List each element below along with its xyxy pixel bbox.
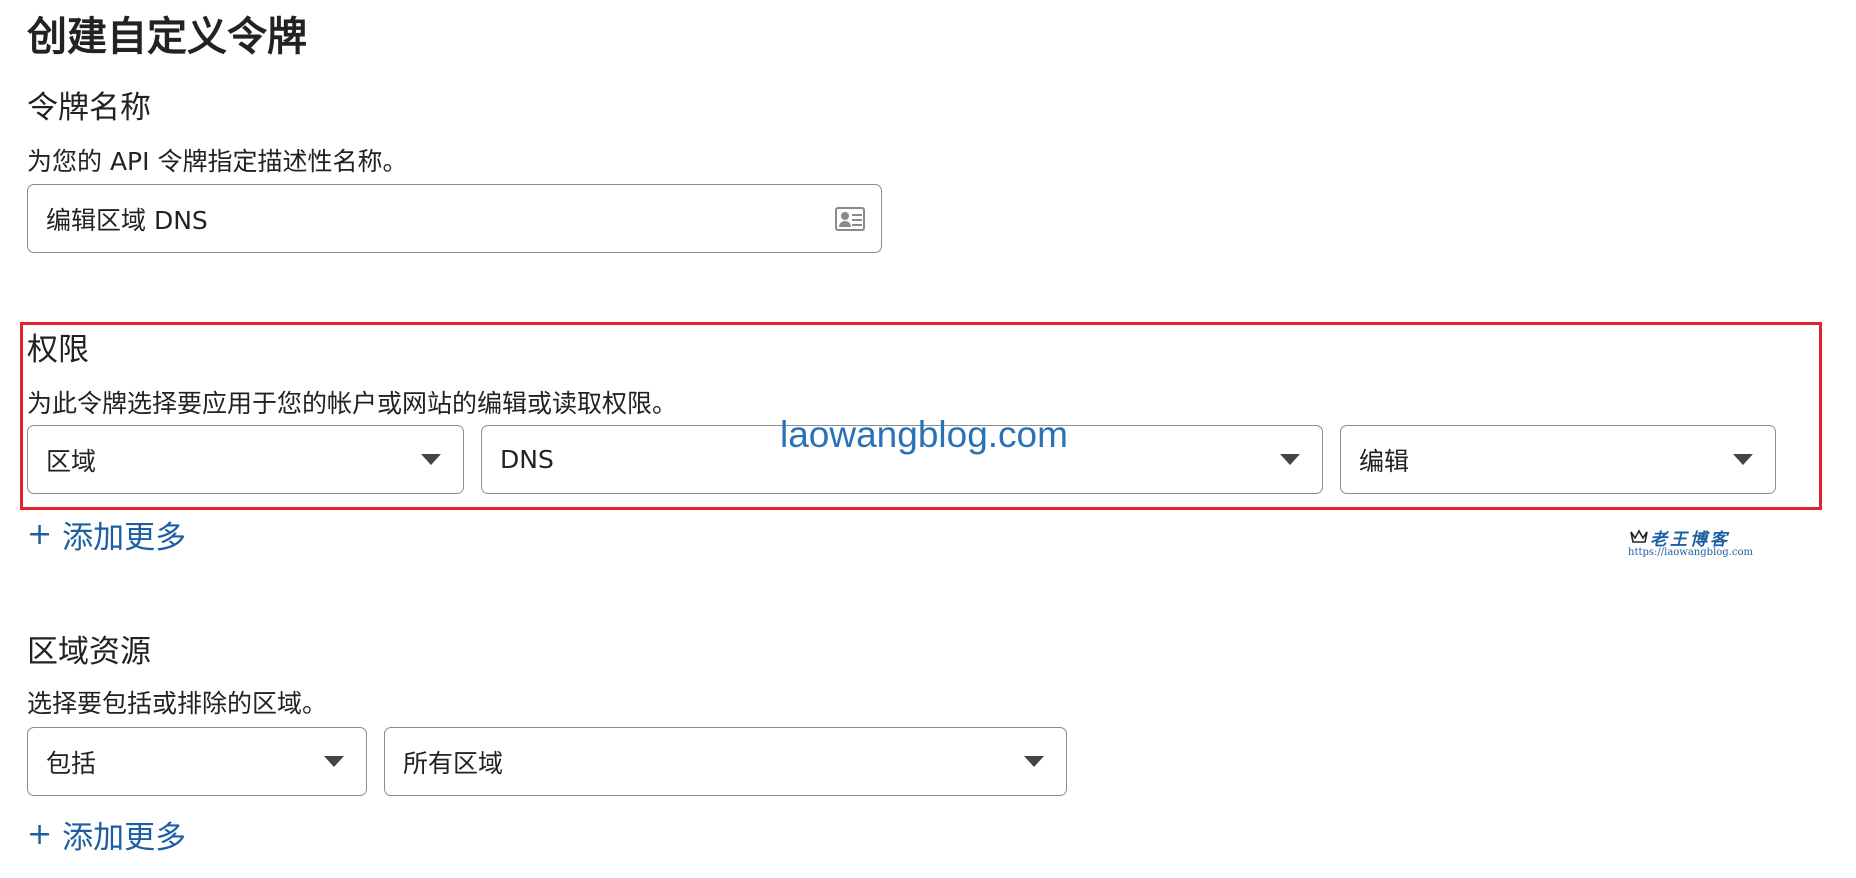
add-more-label: 添加更多 [62,520,187,556]
caret-down-icon [1280,454,1300,465]
create-token-page: 创建自定义令牌 令牌名称 为您的 API 令牌指定描述性名称。 编辑区域 DNS… [0,0,1856,878]
crown-icon [1630,529,1648,543]
add-more-label: 添加更多 [62,820,187,856]
caret-down-icon [1024,756,1044,767]
logo-url: https://laowangblog.com [1628,547,1753,558]
zone-add-more-link[interactable]: + 添加更多 [27,812,186,857]
permission-scope-select[interactable]: 区域 [27,425,464,494]
token-name-description: 为您的 API 令牌指定描述性名称。 [27,147,408,176]
permission-scope-value: 区域 [46,446,97,476]
zone-scope-value: 所有区域 [403,748,504,778]
page-title: 创建自定义令牌 [27,14,307,60]
watermark-logo: 老王博客 https://laowangblog.com [1628,525,1756,563]
caret-down-icon [421,454,441,465]
token-name-heading: 令牌名称 [27,90,151,126]
permissions-heading: 权限 [27,332,89,368]
permission-level-select[interactable]: 编辑 [1340,425,1776,494]
token-name-input[interactable]: 编辑区域 DNS [27,184,882,253]
zone-resources-description: 选择要包括或排除的区域。 [27,689,328,718]
caret-down-icon [1733,454,1753,465]
zone-scope-select[interactable]: 所有区域 [384,727,1067,796]
zone-include-value: 包括 [46,748,97,778]
contact-card-icon [835,206,865,231]
zone-resources-heading: 区域资源 [27,634,151,670]
zone-include-select[interactable]: 包括 [27,727,367,796]
caret-down-icon [324,756,344,767]
plus-icon: + [27,817,53,852]
permissions-description: 为此令牌选择要应用于您的帐户或网站的编辑或读取权限。 [27,389,678,418]
token-name-value: 编辑区域 DNS [46,205,208,235]
plus-icon: + [27,517,53,552]
permission-level-value: 编辑 [1359,446,1410,476]
watermark-text: laowangblog.com [780,414,1068,455]
permissions-add-more-link[interactable]: + 添加更多 [27,512,186,557]
